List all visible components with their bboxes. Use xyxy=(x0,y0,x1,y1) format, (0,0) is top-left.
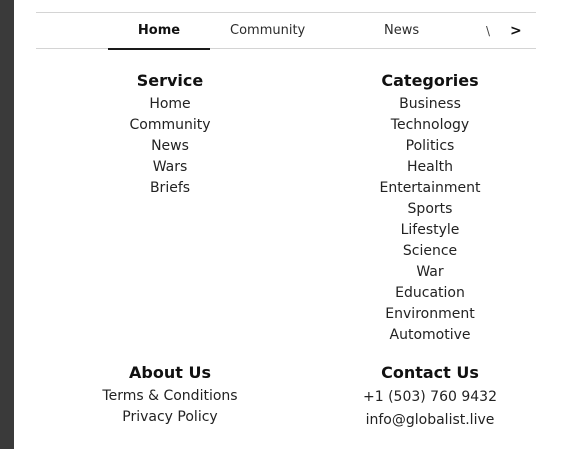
contact-heading: Contact Us xyxy=(381,363,479,382)
category-link-lifestyle[interactable]: Lifestyle xyxy=(330,220,530,241)
category-link-health[interactable]: Health xyxy=(330,157,530,178)
contact-section: Contact Us +1 (503) 760 9432 info@global… xyxy=(330,360,530,432)
nav-tabs: Home Community News \ > xyxy=(36,12,536,50)
service-link-home[interactable]: Home xyxy=(70,94,270,115)
active-tab-underline xyxy=(108,48,210,50)
category-link-business[interactable]: Business xyxy=(330,94,530,115)
tab-community[interactable]: Community xyxy=(230,13,305,49)
tab-overflow[interactable]: \ xyxy=(486,13,490,49)
service-link-news[interactable]: News xyxy=(70,136,270,157)
category-link-sports[interactable]: Sports xyxy=(330,199,530,220)
service-heading: Service xyxy=(136,71,204,90)
tab-home-label: Home xyxy=(137,23,181,38)
service-link-briefs[interactable]: Briefs xyxy=(70,178,270,199)
about-link-terms[interactable]: Terms & Conditions xyxy=(70,386,270,407)
categories-heading: Categories xyxy=(381,71,479,90)
category-link-automotive[interactable]: Automotive xyxy=(330,325,530,346)
categories-section: Categories Business Technology Politics … xyxy=(330,68,530,346)
left-scroll-bar xyxy=(0,0,14,449)
category-link-environment[interactable]: Environment xyxy=(330,304,530,325)
service-link-community[interactable]: Community xyxy=(70,115,270,136)
service-section: Service Home Community News Wars Briefs xyxy=(70,68,270,199)
category-link-war[interactable]: War xyxy=(330,262,530,283)
category-link-technology[interactable]: Technology xyxy=(330,115,530,136)
tab-news[interactable]: News xyxy=(384,13,419,49)
chevron-right-icon[interactable]: > xyxy=(510,13,522,49)
page: Home Community News \ > Service Home Com… xyxy=(0,0,565,449)
contact-email[interactable]: info@globalist.live xyxy=(330,409,530,432)
category-link-entertainment[interactable]: Entertainment xyxy=(330,178,530,199)
category-link-science[interactable]: Science xyxy=(330,241,530,262)
service-link-wars[interactable]: Wars xyxy=(70,157,270,178)
about-section: About Us Terms & Conditions Privacy Poli… xyxy=(70,360,270,428)
category-link-education[interactable]: Education xyxy=(330,283,530,304)
about-heading: About Us xyxy=(129,363,211,382)
contact-phone[interactable]: +1 (503) 760 9432 xyxy=(330,386,530,409)
about-link-privacy[interactable]: Privacy Policy xyxy=(70,407,270,428)
tab-home[interactable]: Home xyxy=(108,13,210,50)
category-link-politics[interactable]: Politics xyxy=(330,136,530,157)
